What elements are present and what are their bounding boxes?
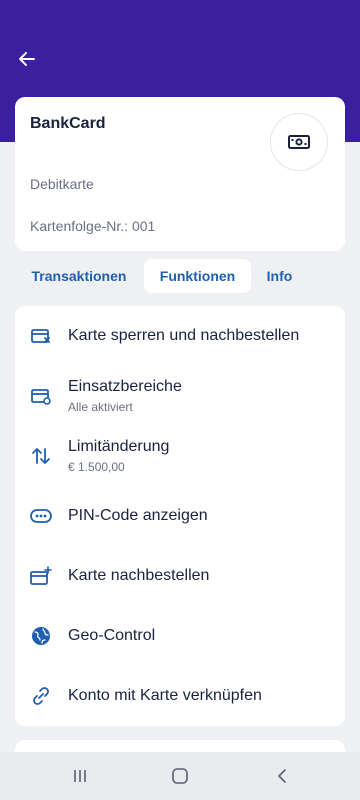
- menu-item-konto-verknuepfen[interactable]: Konto mit Karte verknüpfen: [15, 666, 345, 726]
- menu-item-label: Geo-Control: [68, 627, 156, 644]
- swap-vertical-icon: [30, 445, 52, 467]
- menu-item-label: Einsatzbereiche: [68, 378, 182, 395]
- card-reorder-icon: [30, 565, 52, 587]
- menu-item-karte-nachbestellen[interactable]: Karte nachbestellen: [15, 546, 345, 606]
- menu-item-label: Konto mit Karte verknüpfen: [68, 687, 262, 704]
- home-button[interactable]: [168, 764, 192, 788]
- system-back-button[interactable]: [270, 764, 294, 788]
- menu-item-label: Limitänderung: [68, 438, 170, 455]
- card-settings-icon: [30, 385, 52, 407]
- menu-item-label: Karte nachbestellen: [68, 567, 210, 584]
- tab-funktionen[interactable]: Funktionen: [144, 259, 251, 293]
- tab-transaktionen[interactable]: Transaktionen: [15, 259, 143, 293]
- link-icon: [30, 685, 52, 707]
- card-type: Debitkarte: [30, 176, 94, 192]
- card-block-icon: [30, 325, 52, 347]
- recent-apps-button[interactable]: [68, 764, 92, 788]
- globe-icon: [30, 625, 52, 647]
- tab-bar: Transaktionen Funktionen Info: [15, 259, 345, 293]
- menu-item-label: Karte sperren und nachbestellen: [68, 327, 300, 344]
- pin-dots-icon: [30, 505, 52, 527]
- system-navigation-bar: [0, 752, 360, 800]
- menu-item-label: PIN-Code anzeigen: [68, 507, 208, 524]
- menu-item-subtitle: Alle aktiviert: [68, 400, 133, 414]
- menu-item-limitaenderung[interactable]: Limitänderung € 1.500,00: [15, 426, 345, 486]
- menu-item-subtitle: € 1.500,00: [68, 460, 125, 474]
- back-button[interactable]: [14, 46, 40, 72]
- recent-apps-icon: [74, 770, 86, 782]
- cash-icon: [288, 135, 310, 149]
- arrow-left-icon: [19, 52, 35, 66]
- home-icon: [172, 768, 188, 784]
- menu-item-karte-sperren[interactable]: Karte sperren und nachbestellen: [15, 306, 345, 366]
- tab-info[interactable]: Info: [258, 259, 301, 293]
- back-icon: [278, 769, 286, 783]
- bank-card-summary: BankCard Debitkarte Kartenfolge-Nr.: 001: [15, 97, 345, 251]
- menu-item-pin-code[interactable]: PIN-Code anzeigen: [15, 486, 345, 546]
- card-sequence-number: Kartenfolge-Nr.: 001: [30, 218, 156, 234]
- menu-item-geo-control[interactable]: Geo-Control: [15, 606, 345, 666]
- menu-item-einsatzbereiche[interactable]: Einsatzbereiche Alle aktiviert: [15, 366, 345, 426]
- card-icon-button: [270, 113, 328, 171]
- functions-menu: Karte sperren und nachbestellen Einsatzb…: [15, 306, 345, 726]
- card-title: BankCard: [30, 115, 106, 132]
